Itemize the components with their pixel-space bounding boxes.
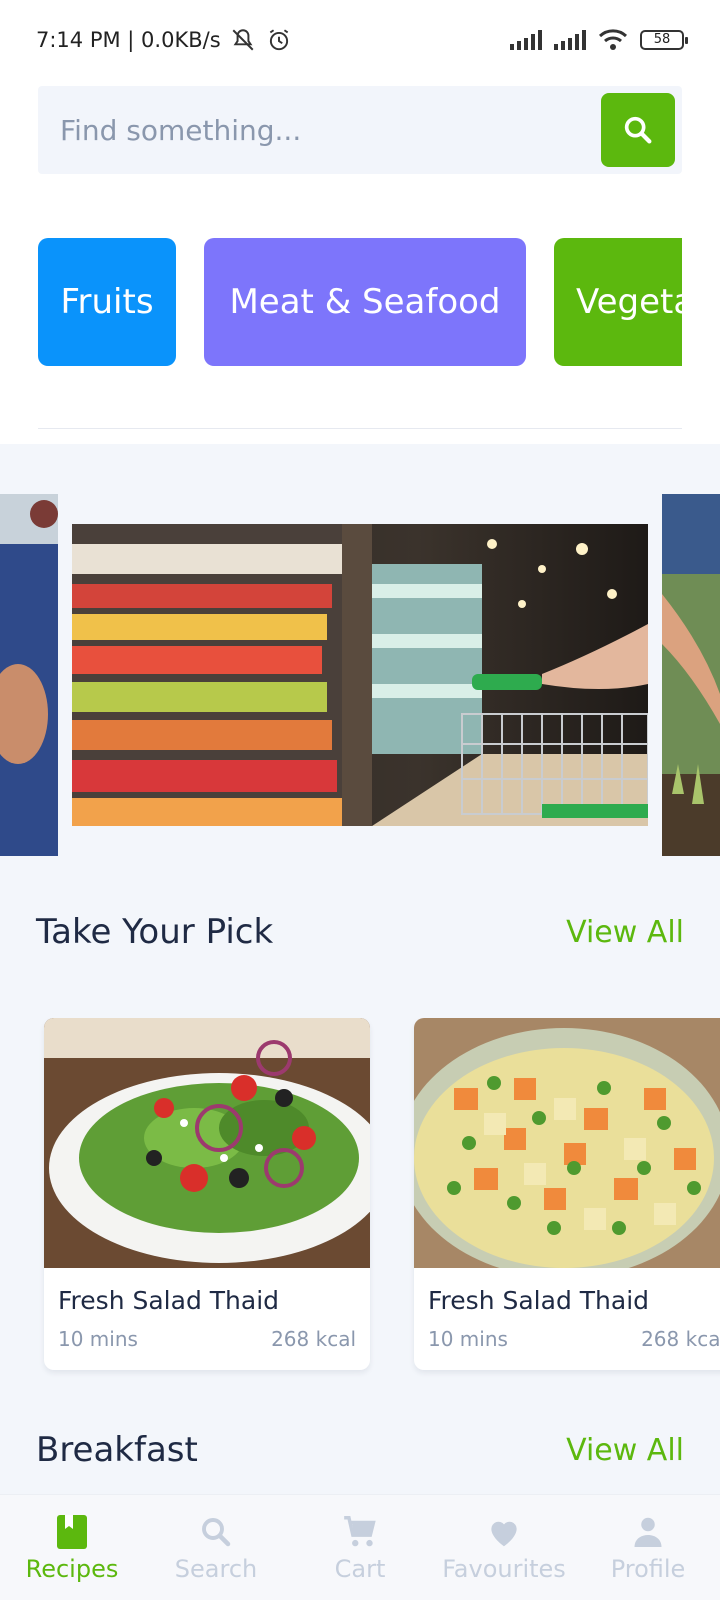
signal-icon	[510, 30, 542, 50]
section-header-take-your-pick: Take Your Pick View All	[36, 912, 684, 952]
status-bar: 7:14 PM | 0.0KB/s 58	[0, 0, 720, 80]
heart-icon	[491, 1521, 517, 1546]
nav-item-favourites[interactable]: Favourites	[432, 1495, 576, 1600]
search-button[interactable]	[601, 93, 675, 167]
recipe-time: 10 mins	[58, 1327, 138, 1351]
nav-label: Cart	[334, 1554, 386, 1583]
book-icon	[57, 1514, 87, 1549]
recipe-time: 10 mins	[428, 1327, 508, 1351]
nav-label: Favourites	[442, 1554, 566, 1583]
status-time: 7:14 PM | 0.0KB/s	[36, 28, 221, 52]
nav-item-recipes[interactable]: Recipes	[0, 1495, 144, 1600]
banner-prev-image	[0, 494, 58, 856]
nav-item-search[interactable]: Search	[144, 1495, 288, 1600]
nav-item-cart[interactable]: Cart	[288, 1495, 432, 1600]
battery-icon: 58	[640, 30, 688, 50]
supermarket-image	[72, 524, 648, 826]
recipe-card-body: Fresh Salad Thaid 10 mins 268 kcal	[44, 1268, 370, 1351]
recipe-card-body: Fresh Salad Thaid 10 mins 268 kcal	[414, 1268, 720, 1351]
banner-carousel	[0, 494, 720, 864]
banner-main[interactable]	[72, 524, 648, 826]
category-fruits[interactable]: Fruits	[38, 238, 176, 366]
view-all-link[interactable]: View All	[566, 915, 684, 950]
nav-item-profile[interactable]: Profile	[576, 1495, 720, 1600]
view-all-link[interactable]: View All	[566, 1433, 684, 1468]
bottom-nav: Recipes Search Cart Favourites Profile	[0, 1494, 720, 1600]
status-left: 7:14 PM | 0.0KB/s	[36, 27, 293, 53]
recipe-card[interactable]: Fresh Salad Thaid 10 mins 268 kcal	[414, 1018, 720, 1370]
search-input[interactable]	[38, 86, 601, 174]
recipe-card[interactable]: Fresh Salad Thaid 10 mins 268 kcal	[44, 1018, 370, 1370]
category-label: Meat & Seafood	[229, 282, 501, 322]
banner-next[interactable]	[662, 494, 720, 856]
nav-label: Profile	[610, 1554, 686, 1583]
recipe-kcal: 268 kcal	[271, 1327, 356, 1351]
search-bar	[38, 86, 682, 174]
search-icon	[624, 116, 652, 144]
category-label: Fruits	[60, 282, 154, 322]
status-right: 58	[510, 28, 688, 52]
banner-prev[interactable]	[0, 494, 58, 856]
recipe-kcal: 268 kcal	[641, 1327, 720, 1351]
category-vegetables[interactable]: Vegetables	[554, 238, 682, 366]
cart-icon	[344, 1515, 376, 1546]
recipe-meta: 10 mins 268 kcal	[58, 1327, 356, 1351]
category-label: Vegetables	[576, 282, 682, 322]
main-content: Take Your Pick View All Fresh Salad Thai…	[0, 444, 720, 1494]
salad-image	[44, 1018, 370, 1268]
recipe-card-list: Fresh Salad Thaid 10 mins 268 kcal Fresh…	[0, 1018, 720, 1378]
alarm-icon	[269, 29, 288, 51]
search-icon	[202, 1517, 231, 1546]
recipe-title: Fresh Salad Thaid	[58, 1286, 280, 1315]
mute-icon	[232, 29, 254, 51]
recipe-title: Fresh Salad Thaid	[428, 1286, 650, 1315]
recipe-meta: 10 mins 268 kcal	[428, 1327, 720, 1351]
wifi-icon	[598, 29, 628, 50]
section-title: Take Your Pick	[36, 912, 274, 952]
signal-icon-2	[554, 30, 586, 50]
section-title: Breakfast	[36, 1430, 198, 1470]
nav-label: Recipes	[25, 1554, 119, 1583]
banner-next-image	[662, 494, 720, 856]
section-header-breakfast: Breakfast View All	[36, 1430, 684, 1470]
category-list: Fruits Meat & Seafood Vegetables	[38, 238, 682, 368]
potato-salad-image	[414, 1018, 720, 1268]
person-icon	[634, 1517, 662, 1547]
category-meat-seafood[interactable]: Meat & Seafood	[204, 238, 526, 366]
nav-label: Search	[174, 1554, 258, 1583]
divider	[38, 428, 682, 429]
